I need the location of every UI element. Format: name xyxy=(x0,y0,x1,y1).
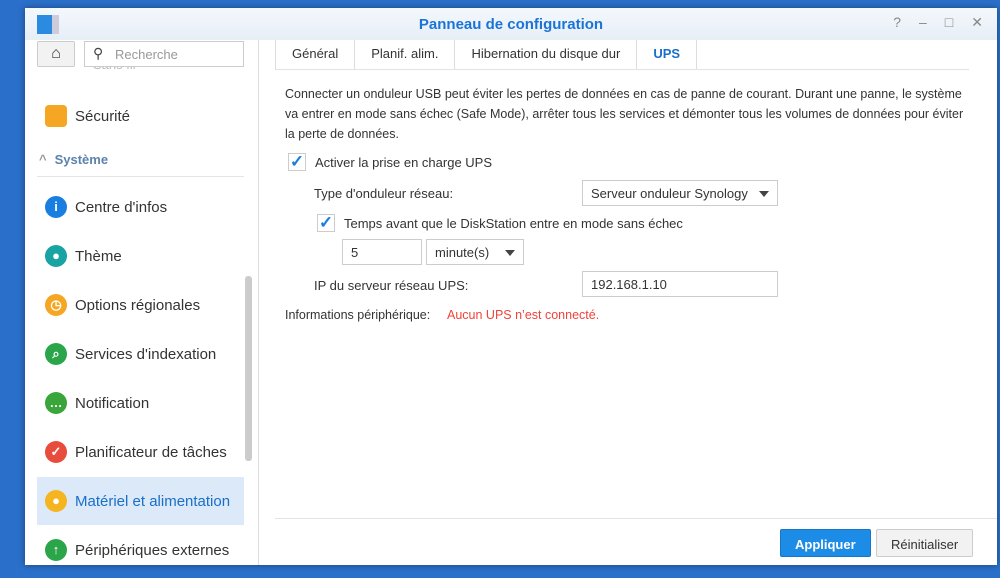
checkmark-icon: ✓ xyxy=(289,152,305,171)
sidebar-item-label: Planificateur de tâches xyxy=(75,443,227,461)
sidebar-item-icon: … xyxy=(45,392,67,414)
title-bar: Panneau de configuration ? – □ ✕ xyxy=(25,8,997,40)
time-unit-select[interactable]: minute(s) xyxy=(426,239,524,265)
checkmark-icon: ✓ xyxy=(318,213,334,232)
device-info-label: Informations périphérique: xyxy=(285,308,431,322)
window-title: Panneau de configuration xyxy=(418,16,604,33)
search-input[interactable]: ⚲ Recherche xyxy=(84,41,244,67)
sidebar-item-securite[interactable]: Sécurité xyxy=(37,92,244,140)
shield-icon xyxy=(45,105,67,127)
sidebar-item-icon: ⌕ xyxy=(45,343,67,365)
dropdown-caret-icon xyxy=(505,250,515,261)
sidebar-item-icon: ● xyxy=(45,490,67,512)
ups-type-label: Type d'onduleur réseau: xyxy=(314,186,454,201)
control-panel-window: Panneau de configuration ? – □ ✕ Sans fi… xyxy=(25,8,997,565)
main-panel: Général Planif. alim. Hibernation du dis… xyxy=(275,40,997,565)
ip-label: IP du serveur réseau UPS: xyxy=(314,278,469,293)
sidebar-item[interactable]: ● Thème xyxy=(37,232,244,280)
time-input[interactable]: 5 xyxy=(342,239,422,265)
sidebar-item[interactable]: ◷ Options régionales xyxy=(37,281,244,329)
home-button[interactable]: ⌂ xyxy=(37,41,75,67)
tab-bar: Général Planif. alim. Hibernation du dis… xyxy=(275,40,969,70)
sidebar-item-icon: ◷ xyxy=(45,294,67,316)
sidebar: Sans fil ⌂ ⚲Recherche Sécurité ^Système … xyxy=(25,40,258,565)
section-systeme[interactable]: ^ Système xyxy=(39,152,108,167)
home-icon: ⌂ xyxy=(51,45,61,62)
ups-type-select[interactable]: Serveur onduleur Synology xyxy=(582,180,778,206)
help-button[interactable]: ? xyxy=(893,14,901,31)
safe-mode-label: Temps avant que le DiskStation entre en … xyxy=(344,216,683,231)
sidebar-item[interactable]: ↑ Périphériques externes xyxy=(37,526,244,565)
description: Connecter un onduleur USB peut éviter le… xyxy=(285,87,964,141)
tab-general[interactable]: Général xyxy=(275,40,354,69)
sidebar-item[interactable]: ⌕ Services d'indexation xyxy=(37,330,244,378)
apply-button[interactable]: Appliquer xyxy=(780,529,871,557)
divider xyxy=(258,40,259,565)
sidebar-item[interactable]: … Notification xyxy=(37,379,244,427)
sidebar-item-label: Centre d'infos xyxy=(75,198,168,216)
dropdown-caret-icon xyxy=(759,191,769,202)
divider xyxy=(37,176,244,177)
sidebar-item[interactable]: ✓ Planificateur de tâches xyxy=(37,428,244,476)
sidebar-item-label: Options régionales xyxy=(75,296,201,314)
device-info-status: Aucun UPS n’est connecté. xyxy=(447,308,600,322)
sidebar-item-label: Périphériques externes xyxy=(75,541,230,559)
footer: Appliquer Réinitialiser xyxy=(275,518,997,565)
enable-ups-checkbox[interactable]: ✓ xyxy=(288,153,306,171)
tab-planif-alim[interactable]: Planif. alim. xyxy=(354,40,454,69)
chevron-up-icon: ^ xyxy=(39,152,47,167)
maximize-button[interactable]: □ xyxy=(945,14,953,31)
scrollbar[interactable] xyxy=(245,276,252,461)
ip-input[interactable]: 192.168.1.10 xyxy=(582,271,778,297)
sidebar-item-label: Services d'indexation xyxy=(75,345,217,363)
sidebar-item-icon: ↑ xyxy=(45,539,67,561)
safe-mode-checkbox[interactable]: ✓ xyxy=(317,214,335,232)
sidebar-item[interactable]: i Centre d'infos xyxy=(37,183,244,231)
sidebar-item-icon: i xyxy=(45,196,67,218)
sidebar-item-label: Matériel et alimentation xyxy=(75,492,231,510)
reset-button[interactable]: Réinitialiser xyxy=(876,529,974,557)
search-icon: ⚲ xyxy=(93,45,104,61)
minimize-button[interactable]: – xyxy=(919,14,927,31)
close-button[interactable]: ✕ xyxy=(971,14,983,31)
sidebar-item[interactable]: ● Matériel et alimentation xyxy=(37,477,244,525)
sidebar-item-icon: ● xyxy=(45,245,67,267)
tab-hibernation[interactable]: Hibernation du disque dur xyxy=(454,40,636,69)
sidebar-item-icon: ✓ xyxy=(45,441,67,463)
tab-ups[interactable]: UPS xyxy=(636,40,698,69)
sidebar-item-label: Notification xyxy=(75,394,150,412)
sidebar-item-label: Thème xyxy=(75,247,122,265)
enable-ups-label: Activer la prise en charge UPS xyxy=(315,155,493,170)
